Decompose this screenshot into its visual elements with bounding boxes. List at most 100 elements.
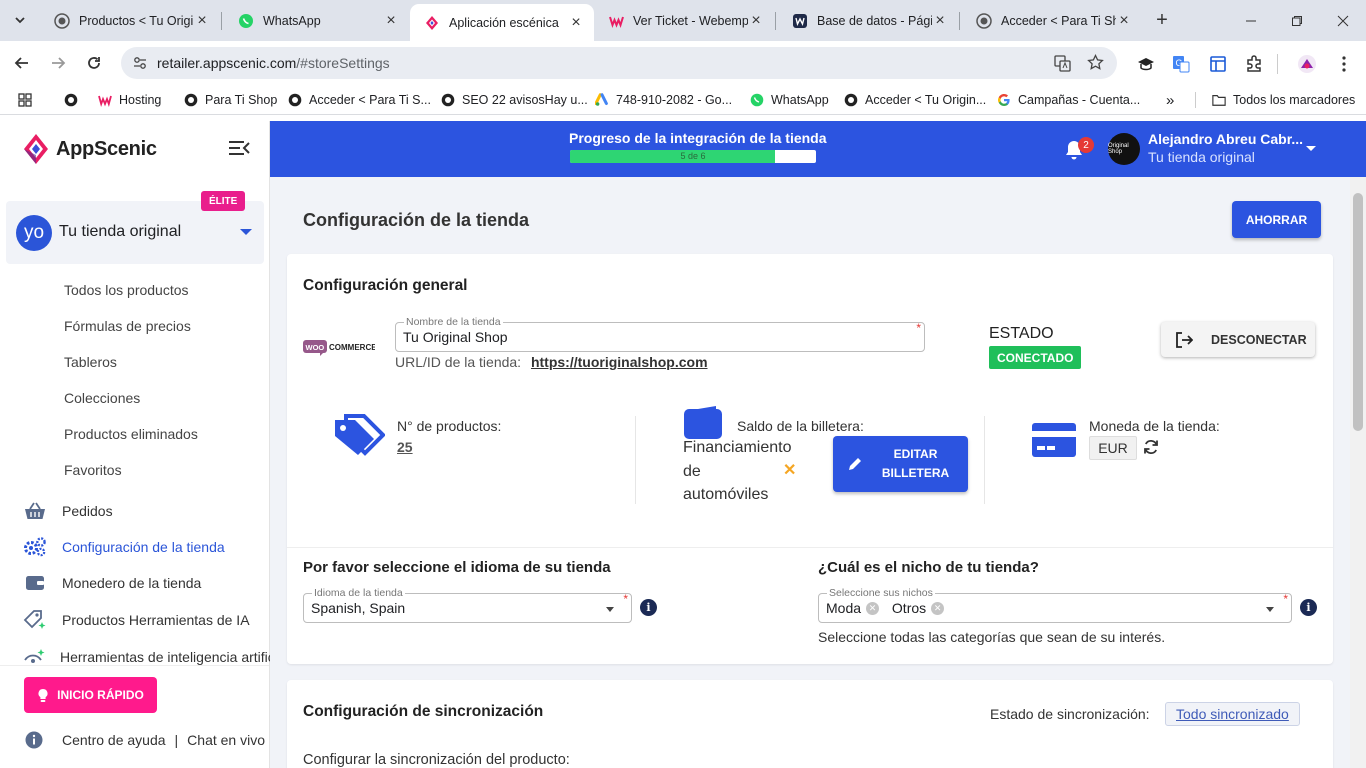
products-count-link[interactable]: 25 <box>397 439 413 455</box>
caret-down-icon[interactable] <box>1306 146 1316 151</box>
tab-acceder[interactable]: Acceder < Para Ti Shop × <box>962 4 1142 37</box>
new-tab-button[interactable]: + <box>1150 8 1174 32</box>
forward-button[interactable] <box>43 48 73 78</box>
sync-status-value[interactable]: Todo sincronizado <box>1165 702 1300 726</box>
menu-orders[interactable]: Pedidos <box>22 499 113 523</box>
bookmark-acceder-para-ti[interactable]: Acceder < Para Ti S... <box>288 91 431 109</box>
menu-store-settings[interactable]: Configuración de la tienda <box>22 535 225 559</box>
close-icon[interactable]: ✕ <box>931 601 945 615</box>
chevron-double-right-icon: » <box>1166 91 1175 109</box>
user-name[interactable]: Alejandro Abreu Cabr... <box>1148 131 1303 147</box>
extensions-puzzle-icon[interactable] <box>1244 54 1264 74</box>
info-icon[interactable]: i <box>640 599 657 616</box>
close-icon[interactable]: × <box>932 12 948 29</box>
close-icon[interactable]: ✕ <box>783 460 796 480</box>
translate-icon[interactable] <box>1054 55 1071 72</box>
store-language-select[interactable]: Idioma de la tienda Spanish, Spain * <box>303 587 632 623</box>
collapse-menu-button[interactable] <box>228 139 250 157</box>
submenu-deleted-products[interactable]: Productos eliminados <box>64 426 198 442</box>
menu-store-wallet[interactable]: Monedero de la tienda <box>22 571 201 595</box>
plan-badge: ÉLITE <box>201 191 246 211</box>
info-icon <box>25 731 43 749</box>
tab-title: Productos < Tu Original Shop <box>79 13 194 28</box>
bookmark-separator <box>1195 92 1196 108</box>
apps-grid-icon <box>18 93 32 107</box>
submenu-all-products[interactable]: Todos los productos <box>64 282 189 298</box>
url-text: retailer.appscenic.com/#storeSettings <box>157 55 390 71</box>
tab-ticket[interactable]: Ver Ticket - Webempresa × <box>594 4 774 37</box>
reload-button[interactable] <box>79 48 109 78</box>
edit-wallet-button[interactable]: EDITAR BILLETERA <box>833 436 968 492</box>
minimize-button[interactable] <box>1228 0 1274 41</box>
google-translate-icon[interactable]: G <box>1171 54 1191 74</box>
reload-icon <box>88 57 100 69</box>
close-icon[interactable]: × <box>194 12 210 29</box>
extension-cap-icon[interactable] <box>1136 54 1156 74</box>
wallet-icon <box>22 572 48 594</box>
extension-window-icon[interactable] <box>1208 54 1228 74</box>
submenu-collections[interactable]: Colecciones <box>64 390 140 406</box>
submenu-price-formulas[interactable]: Fórmulas de precios <box>64 318 191 334</box>
appscenic-logo-icon <box>24 134 48 164</box>
quick-start-button[interactable]: INICIO RÁPIDO <box>24 677 157 713</box>
bookmark-label: Campañas - Cuenta... <box>1018 93 1141 107</box>
tab-base-datos[interactable]: Base de datos - Página × <box>778 4 958 37</box>
scrollbar-thumb[interactable] <box>1353 193 1363 431</box>
bookmark-whatsapp[interactable]: WhatsApp <box>750 91 829 109</box>
folder-icon <box>1212 93 1226 107</box>
store-url-link[interactable]: https://tuoriginalshop.com <box>531 354 708 370</box>
menu-ai-products[interactable]: Productos Herramientas de IA <box>22 608 250 632</box>
bookmark-para-ti-shop[interactable]: Para Ti Shop <box>184 91 277 109</box>
bookmark-seo[interactable]: SEO 22 avisosHay u... <box>441 91 588 109</box>
star-icon[interactable] <box>1087 54 1104 71</box>
caret-down-icon <box>240 229 252 235</box>
bookmark-acceder-tu-original[interactable]: Acceder < Tu Origin... <box>844 91 986 109</box>
wordpress-icon <box>976 12 992 29</box>
submenu-favorites[interactable]: Favoritos <box>64 462 122 478</box>
store-niche-select[interactable]: Seleccione sus nichos Moda ✕ Otros ✕ * <box>818 587 1292 623</box>
bookmark-campanas[interactable]: Campañas - Cuenta... <box>997 91 1140 109</box>
apps-button[interactable] <box>18 91 32 109</box>
submenu-boards[interactable]: Tableros <box>64 354 117 370</box>
required-asterisk: * <box>623 592 628 606</box>
store-selector[interactable]: yo Tu tienda original ÉLITE <box>6 191 264 264</box>
address-bar[interactable]: retailer.appscenic.com/#storeSettings <box>121 47 1117 79</box>
tab-whatsapp[interactable]: WhatsApp × <box>224 4 409 37</box>
tab-productos[interactable]: Productos < Tu Original Shop × <box>40 4 220 37</box>
close-icon[interactable]: ✕ <box>866 601 880 615</box>
bookmark-globe[interactable] <box>64 91 78 109</box>
bookmarks-overflow-button[interactable]: » <box>1166 91 1174 109</box>
bookmark-label: 748-910-2082 - Go... <box>616 93 733 107</box>
browser-menu-icon[interactable] <box>1334 54 1354 74</box>
live-chat-link[interactable]: Chat en vivo <box>187 732 265 748</box>
help-center-link[interactable]: Centro de ayuda <box>62 732 166 748</box>
disconnect-label: DESCONECTAR <box>1211 332 1307 347</box>
save-button[interactable]: AHORRAR <box>1232 201 1321 238</box>
profile-icon[interactable] <box>1297 54 1317 74</box>
refresh-currency-button[interactable] <box>1143 439 1159 455</box>
user-avatar[interactable]: Original Shop <box>1108 133 1140 165</box>
close-icon <box>1337 15 1349 26</box>
tab-search-button[interactable] <box>8 8 32 32</box>
all-bookmarks-button[interactable]: Todos los marcadores <box>1212 91 1355 109</box>
info-icon[interactable]: i <box>1300 599 1317 616</box>
store-name-input[interactable]: Tu Original Shop <box>403 329 508 345</box>
store-name-field[interactable]: Nombre de la tienda Tu Original Shop * <box>395 316 925 352</box>
language-section-title: Por favor seleccione el idioma de su tie… <box>303 559 611 576</box>
woocommerce-logo: WOO COMMERCE <box>303 338 375 356</box>
disconnect-button[interactable]: DESCONECTAR <box>1161 322 1315 357</box>
close-icon[interactable]: × <box>1116 12 1132 29</box>
close-window-button[interactable] <box>1320 0 1366 41</box>
bookmark-google-ads[interactable]: 748-910-2082 - Go... <box>595 91 732 109</box>
whatsapp-icon <box>238 13 254 29</box>
back-button[interactable] <box>7 48 37 78</box>
restore-button[interactable] <box>1274 0 1320 41</box>
appscenic-logo[interactable]: AppScenic <box>22 133 157 165</box>
bookmark-hosting[interactable]: Hosting <box>98 91 161 109</box>
close-icon[interactable]: × <box>748 12 764 29</box>
site-settings-icon[interactable] <box>133 56 147 70</box>
close-icon[interactable]: × <box>568 14 584 31</box>
close-icon[interactable]: × <box>383 12 399 29</box>
page-scrollbar[interactable] <box>1350 177 1366 768</box>
tab-appscenic[interactable]: Aplicación escénica × <box>410 4 594 41</box>
